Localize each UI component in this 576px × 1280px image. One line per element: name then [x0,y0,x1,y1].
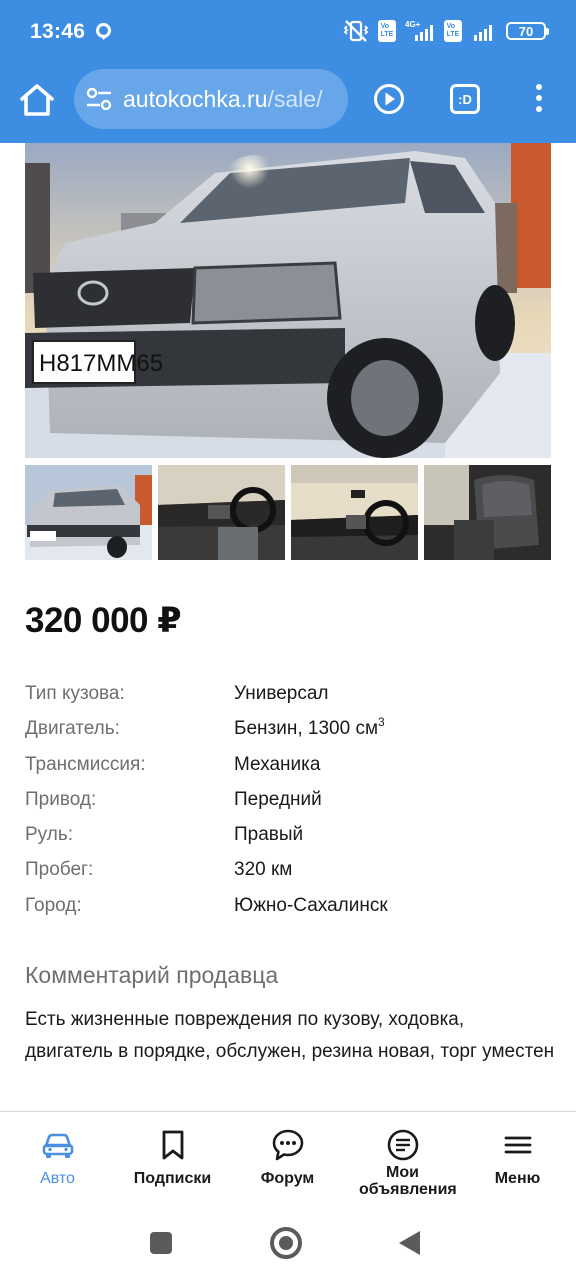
spec-row-body-type: Тип кузова: Универсал [25,683,551,718]
spec-value: Механика [234,753,321,775]
messenger-notification-icon [96,23,111,38]
spec-value: Бензин, 1300 см [234,718,379,740]
nav-label: Меню [494,1170,541,1187]
thumbnail-3[interactable] [291,465,418,560]
specs-table: Тип кузова: Универсал Двигатель: Бензин,… [25,683,551,930]
nav-item-auto[interactable]: Авто [0,1112,115,1206]
spec-label: Тип кузова: [25,683,125,704]
nav-label: Подписки [133,1170,212,1187]
system-navigation-bar [0,1205,576,1280]
nav-item-menu[interactable]: Меню [460,1112,575,1206]
browser-chrome: 13:46 Vo LTE 4G+ Vo LTE 70 autokochka.ru… [0,0,576,143]
main-car-photo[interactable]: Н817ММ65 [25,143,551,458]
spec-row-steering: Руль: Правый [25,824,551,859]
spec-value: Южно-Сахалинск [234,894,388,916]
back-button[interactable] [399,1231,420,1255]
thumbnail-4[interactable] [424,465,551,560]
url-path: /sale/ [267,86,323,112]
spec-value-wrap: Бензин, 1300 см3 [234,715,385,740]
chat-bubble-icon [272,1129,303,1161]
extension-badge: :D [458,91,472,107]
svg-text:4G+: 4G+ [405,20,421,29]
listing-page: Н817ММ65 320 000 ₽ Тип кузова: Универсал… [0,143,576,1111]
nav-label: Форум [260,1170,315,1187]
extension-button[interactable]: :D [450,84,480,114]
nav-item-forum[interactable]: Форум [230,1112,345,1206]
spec-label: Город: [25,894,82,916]
signal-bars-icon [474,25,492,41]
browser-toolbar: autokochka.ru/sale/ :D [0,64,576,143]
play-media-icon[interactable] [373,83,405,115]
spec-row-mileage: Пробег: 320 км [25,859,551,894]
status-time: 13:46 [30,20,86,43]
spec-value: 320 км [234,859,293,881]
thumbnail-1[interactable] [25,465,152,560]
license-plate-text: Н817ММ65 [39,350,163,377]
spec-value: Передний [234,788,322,810]
nav-item-my-listings[interactable]: Мои объявления [345,1112,460,1206]
photo-thumbnails [25,465,551,560]
signal-4g-icon: 4G+ [405,20,433,41]
battery-level: 70 [518,23,534,39]
more-options-icon[interactable] [533,84,545,116]
spec-label: Двигатель: [25,718,120,740]
nav-item-subscriptions[interactable]: Подписки [115,1112,230,1206]
car-icon [42,1133,73,1158]
home-button[interactable] [270,1227,302,1259]
nav-label: Мои объявления [359,1164,457,1198]
battery-indicator: 70 [506,22,549,40]
url-domain: autokochka.ru [123,86,268,112]
bottom-navigation: Авто Подписки Форум Мои объявления Меню [0,1111,576,1205]
volte-badge-1: Vo LTE [378,20,396,42]
bookmark-icon [162,1130,183,1160]
spec-row-drive: Привод: Передний [25,789,551,824]
spec-row-transmission: Трансмиссия: Механика [25,754,551,789]
url-text: autokochka.ru/sale/ [123,86,322,113]
vibrate-mute-icon [343,20,369,42]
spec-value: Универсал [234,683,329,704]
hamburger-menu-icon [504,1136,531,1154]
status-bar: 13:46 Vo LTE 4G+ Vo LTE 70 [0,0,576,64]
spec-row-city: Город: Южно-Сахалинск [25,895,551,930]
thumbnail-2[interactable] [158,465,285,560]
spec-row-engine: Двигатель: Бензин, 1300 см3 [25,715,551,753]
home-icon[interactable] [18,81,56,119]
spec-value: Правый [234,824,304,846]
nav-label: Авто [40,1170,75,1187]
volte-badge-2: Vo LTE [444,20,462,42]
recents-button[interactable] [150,1232,172,1254]
seller-comment-text: Есть жизненные повреждения по кузову, хо… [25,1009,555,1062]
status-icons: Vo LTE 4G+ Vo LTE 70 [343,18,549,44]
address-bar[interactable]: autokochka.ru/sale/ [74,69,348,129]
seller-comment-title: Комментарий продавца [25,962,279,988]
site-settings-icon[interactable] [86,88,112,110]
spec-label: Трансмиссия: [25,753,146,775]
spec-label: Привод: [25,788,97,810]
listing-price: 320 000 ₽ [25,601,182,640]
spec-label: Руль: [25,824,74,846]
spec-value-superscript: 3 [378,715,385,730]
document-list-icon [387,1129,418,1161]
spec-label: Пробег: [25,859,94,881]
